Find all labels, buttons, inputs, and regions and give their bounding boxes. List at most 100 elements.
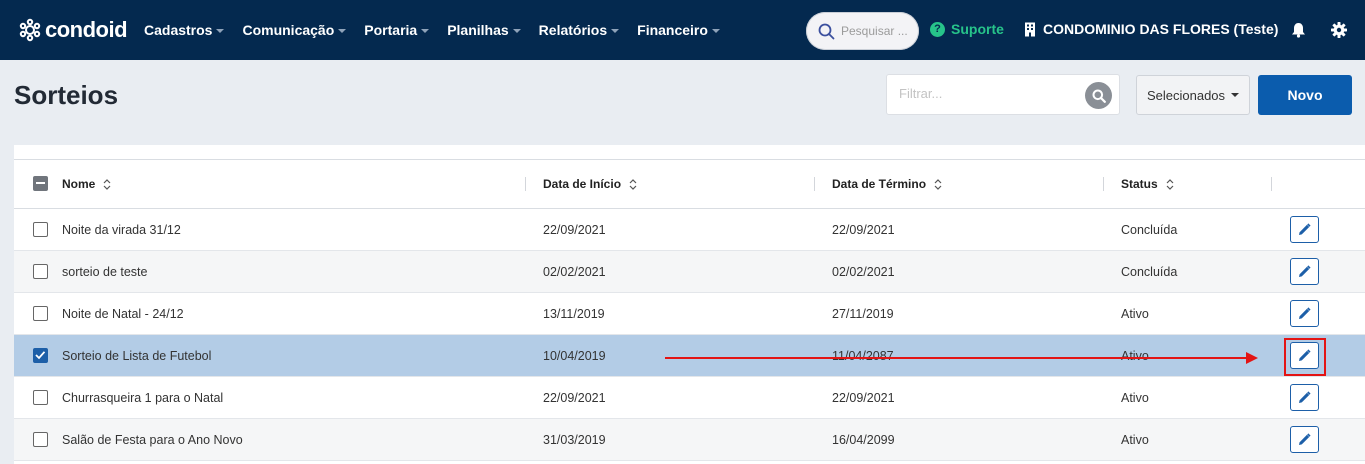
column-divider[interactable] [525, 177, 526, 191]
column-label: Data de Início [543, 177, 622, 191]
chevron-down-icon [421, 29, 430, 33]
edit-button[interactable] [1290, 300, 1319, 327]
pencil-icon [1299, 265, 1311, 277]
cell-status: Concluída [1121, 223, 1178, 237]
building-icon [1025, 22, 1035, 36]
row-checkbox[interactable] [33, 432, 48, 447]
menu-item-financeiro[interactable]: Financeiro [637, 22, 720, 38]
table-row[interactable]: sorteio de teste 02/02/2021 02/02/2021 C… [14, 251, 1365, 293]
table-row[interactable]: Salão de Festa para o Ano Novo 31/03/201… [14, 419, 1365, 461]
condominium-label: CONDOMINIO DAS FLORES (Teste) [1043, 21, 1279, 37]
sorteios-table: Nome Data de Início Data de Término Stat… [14, 145, 1365, 464]
cell-status: Ativo [1121, 433, 1149, 447]
cell-status: Ativo [1121, 349, 1149, 363]
cell-nome: Churrasqueira 1 para o Natal [62, 391, 224, 405]
column-header-status[interactable]: Status [1121, 160, 1174, 208]
cell-data-inicio: 22/09/2021 [543, 223, 606, 237]
column-header-data-termino[interactable]: Data de Término [832, 160, 942, 208]
table-header: Nome Data de Início Data de Término Stat… [14, 159, 1365, 209]
menu-label: Relatórios [538, 22, 608, 38]
cell-data-inicio: 10/04/2019 [543, 349, 606, 363]
row-checkbox[interactable] [33, 264, 48, 279]
table-row[interactable]: Noite de Natal - 24/12 13/11/2019 27/11/… [14, 293, 1365, 335]
chevron-down-icon [611, 29, 620, 33]
page-title: Sorteios [14, 80, 119, 110]
chevron-down-icon [216, 29, 225, 33]
edit-button[interactable] [1290, 216, 1319, 243]
selected-actions-dropdown[interactable]: Selecionados [1136, 75, 1250, 115]
menu-item-portaria[interactable]: Portaria [364, 22, 430, 38]
pencil-icon [1299, 433, 1311, 445]
cell-data-termino: 11/04/2087 [832, 349, 894, 363]
annotation-highlight-box [1284, 338, 1326, 376]
filter-search-button[interactable] [1085, 82, 1112, 109]
support-label: Suporte [951, 21, 1004, 37]
column-label: Status [1121, 177, 1158, 191]
menu-label: Portaria [364, 22, 418, 38]
menu-item-cadastros[interactable]: Cadastros [144, 22, 225, 38]
logo[interactable]: condoid [18, 17, 136, 43]
table-row[interactable]: Noite da virada 31/12 22/09/2021 22/09/2… [14, 209, 1365, 251]
main-menu: Cadastros Comunicação Portaria Planilhas… [144, 22, 738, 38]
support-link[interactable]: ? Suporte [930, 21, 1004, 37]
menu-label: Planilhas [447, 22, 509, 38]
menu-item-planilhas[interactable]: Planilhas [447, 22, 521, 38]
pencil-icon [1299, 307, 1311, 319]
logo-text: condoid [45, 17, 128, 42]
global-search-input[interactable] [841, 24, 911, 38]
sort-icon [934, 178, 942, 190]
condominium-selector[interactable]: CONDOMINIO DAS FLORES (Teste) [1024, 21, 1278, 37]
column-header-data-inicio[interactable]: Data de Início [543, 160, 637, 208]
chevron-down-icon [512, 29, 521, 33]
row-checkbox[interactable] [33, 222, 48, 237]
cell-data-termino: 22/09/2021 [832, 223, 895, 237]
notifications-button[interactable] [1291, 22, 1306, 43]
pencil-icon [1299, 223, 1311, 235]
search-icon [1092, 89, 1106, 103]
column-divider[interactable] [1103, 177, 1104, 191]
menu-label: Comunicação [242, 22, 335, 38]
edit-button[interactable] [1290, 426, 1319, 453]
selected-actions-label: Selecionados [1146, 87, 1226, 103]
row-checkbox-checked[interactable] [33, 348, 48, 363]
edit-button[interactable] [1290, 384, 1319, 411]
table-row[interactable]: Churrasqueira 1 para o Natal 22/09/2021 … [14, 377, 1365, 419]
cell-data-inicio: 31/03/2019 [543, 433, 606, 447]
caret-down-icon [1231, 93, 1240, 97]
cell-nome: Noite da virada 31/12 [62, 223, 181, 237]
global-search[interactable] [806, 12, 919, 50]
sort-icon [1166, 178, 1174, 190]
select-all-checkbox[interactable] [33, 176, 48, 191]
cell-nome: Noite de Natal - 24/12 [62, 307, 184, 321]
table-row-selected[interactable]: Sorteio de Lista de Futebol 10/04/2019 1… [14, 335, 1365, 377]
row-checkbox[interactable] [33, 306, 48, 321]
chevron-down-icon [338, 29, 347, 33]
menu-label: Cadastros [144, 22, 213, 38]
checkmark-icon [35, 351, 46, 360]
cell-data-termino: 16/04/2099 [832, 433, 895, 447]
bell-icon [1292, 23, 1305, 38]
sort-icon [103, 178, 111, 190]
menu-label: Financeiro [637, 22, 708, 38]
chevron-down-icon [711, 29, 720, 33]
row-checkbox[interactable] [33, 390, 48, 405]
filter-box[interactable] [886, 74, 1120, 115]
new-button[interactable]: Novo [1258, 75, 1352, 115]
cell-data-inicio: 13/11/2019 [543, 307, 605, 321]
gear-icon [1331, 22, 1347, 38]
column-label: Nome [62, 177, 96, 191]
edit-button[interactable] [1290, 258, 1319, 285]
cell-data-termino: 27/11/2019 [832, 307, 894, 321]
menu-item-relatorios[interactable]: Relatórios [538, 22, 620, 38]
filter-input[interactable] [899, 86, 1069, 101]
column-divider[interactable] [814, 177, 815, 191]
settings-button[interactable] [1331, 22, 1347, 43]
cell-status: Ativo [1121, 307, 1149, 321]
cell-data-termino: 22/09/2021 [832, 391, 895, 405]
column-divider[interactable] [1271, 177, 1272, 191]
annotation-arrow-head [1246, 352, 1258, 364]
sort-icon [629, 178, 637, 190]
cell-nome: Salão de Festa para o Ano Novo [62, 433, 243, 447]
menu-item-comunicacao[interactable]: Comunicação [242, 22, 347, 38]
column-header-nome[interactable]: Nome [62, 160, 111, 208]
